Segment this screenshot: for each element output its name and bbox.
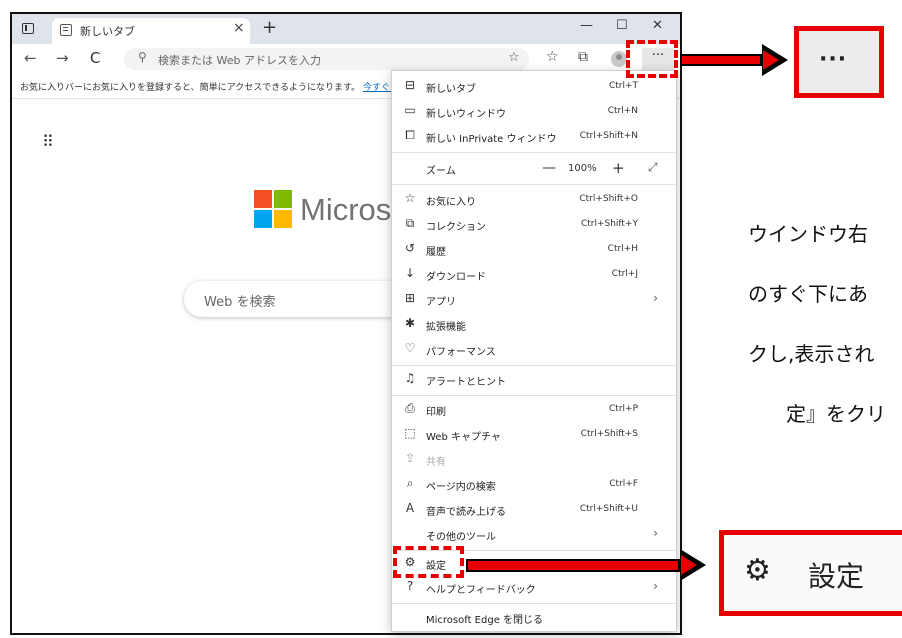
zoom-in-button[interactable]: + — [612, 159, 625, 177]
menu-item-downloads[interactable]: ↓ ダウンロード Ctrl+J — [392, 263, 676, 287]
zoom-settings-label: 設定 — [808, 560, 865, 593]
share-icon: ⇪ — [404, 451, 416, 465]
back-button[interactable]: ← — [24, 49, 37, 67]
menu-item-close-edge[interactable]: Microsoft Edge を閉じる — [392, 606, 676, 630]
refresh-button[interactable]: C — [90, 49, 100, 67]
menu-divider — [392, 184, 676, 185]
menu-item-help[interactable]: ? ヘルプとフィードバック › — [392, 576, 676, 600]
arrow-head-fill — [681, 555, 697, 575]
menu-item-read-aloud[interactable]: A 音声で読み上げる Ctrl+Shift+U — [392, 498, 676, 522]
maximize-button[interactable]: ☐ — [616, 18, 628, 33]
find-in-page-icon: ⌕ — [406, 476, 414, 490]
profile-avatar[interactable] — [611, 51, 627, 67]
forward-button[interactable]: → — [56, 49, 69, 67]
menu-item-new-window[interactable]: ▭ 新しいウィンドウ Ctrl+N — [392, 100, 676, 124]
arrow-head-fill — [763, 50, 779, 70]
menu-item-favorites[interactable]: ☆ お気に入り Ctrl+Shift+O — [392, 188, 676, 212]
menu-item-collections[interactable]: ⧉ コレクション Ctrl+Shift+Y — [392, 213, 676, 237]
extensions-icon: ✱ — [404, 316, 416, 330]
menu-item-share: ⇪ 共有 — [392, 448, 676, 472]
tab-new-tab[interactable]: 新しいタブ × — [52, 18, 250, 44]
menu-item-extensions[interactable]: ✱ 拡張機能 — [392, 313, 676, 337]
help-icon: ? — [406, 579, 414, 593]
arrow-to-more-zoom — [680, 54, 762, 66]
favorites-bar-message: お気に入りバーにお気に入りを登録すると、簡単にアクセスできるようになります。 — [20, 83, 361, 93]
zoom-settings-box: ⚙ 設定 — [719, 530, 902, 616]
minimize-button[interactable]: — — [580, 18, 593, 33]
instruction-line-2: のすぐ下にあ — [748, 282, 868, 306]
chevron-right-icon: › — [653, 291, 658, 305]
menu-item-new-tab[interactable]: ⊟ 新しいタブ Ctrl+T — [392, 75, 676, 99]
gear-icon: ⚙ — [744, 553, 771, 588]
bell-icon: ♫ — [404, 371, 416, 385]
zoom-out-button[interactable]: — — [542, 160, 556, 176]
fullscreen-icon[interactable]: ⤢ — [648, 160, 658, 175]
microsoft-wordmark: Micros — [300, 192, 392, 227]
print-icon: ⎙ — [405, 401, 415, 415]
instruction-line-3: クし,表示され — [748, 342, 875, 366]
new-window-icon: ▭ — [404, 103, 416, 117]
menu-item-new-inprivate[interactable]: ⧠ 新しい InPrivate ウィンドウ Ctrl+Shift+N — [392, 125, 676, 149]
instruction-line-1: ウインドウ右 — [748, 222, 868, 246]
performance-icon: ♡ — [404, 341, 416, 355]
collections-icon[interactable]: ⧉ — [578, 49, 588, 65]
download-icon: ↓ — [404, 266, 416, 280]
new-tab-icon: ⊟ — [404, 78, 416, 92]
logo-yellow-square — [274, 210, 292, 228]
tab-close-icon[interactable]: × — [233, 20, 245, 36]
chevron-right-icon: › — [653, 579, 658, 593]
menu-divider — [392, 365, 676, 366]
arrow-to-settings-zoom — [466, 559, 680, 572]
favorites-icon: ☆ — [404, 191, 416, 205]
menu-item-apps[interactable]: ⊞ アプリ › — [392, 288, 676, 312]
menu-item-find[interactable]: ⌕ ページ内の検索 Ctrl+F — [392, 473, 676, 497]
logo-blue-square — [254, 210, 272, 228]
menu-item-performance[interactable]: ♡ パフォーマンス — [392, 338, 676, 362]
web-search-placeholder: Web を検索 — [204, 295, 276, 310]
menu-item-alerts[interactable]: ♫ アラートとヒント — [392, 368, 676, 392]
highlight-more-button — [626, 40, 678, 78]
history-icon: ↺ — [404, 241, 416, 255]
menu-item-web-capture[interactable]: ⬚ Web キャプチャ Ctrl+Shift+S — [392, 423, 676, 447]
tab-bar: 新しいタブ × + — ☐ ✕ — [12, 14, 680, 44]
search-icon: ⚲ — [138, 50, 147, 64]
add-favorite-icon[interactable]: ☆ — [508, 50, 520, 65]
collections-icon: ⧉ — [405, 216, 415, 230]
menu-item-print[interactable]: ⎙ 印刷 Ctrl+P — [392, 398, 676, 422]
menu-divider — [392, 152, 676, 153]
close-window-button[interactable]: ✕ — [652, 18, 663, 33]
read-aloud-icon: A — [405, 501, 415, 515]
logo-green-square — [274, 190, 292, 208]
zoom-more-dots: ··· — [819, 47, 848, 72]
tab-actions-icon[interactable] — [22, 23, 34, 34]
tab-title: 新しいタブ — [80, 25, 135, 38]
new-tab-favicon-icon — [60, 24, 72, 36]
logo-red-square — [254, 190, 272, 208]
zoom-more-button-box: ··· — [794, 26, 884, 98]
new-tab-button[interactable]: + — [262, 17, 277, 38]
menu-item-more-tools[interactable]: その他のツール › — [392, 523, 676, 547]
menu-item-history[interactable]: ↺ 履歴 Ctrl+H — [392, 238, 676, 262]
favorites-icon[interactable]: ☆ — [546, 49, 559, 65]
menu-divider — [392, 395, 676, 396]
chevron-right-icon: › — [653, 526, 658, 540]
instruction-line-4: 定』をクリ — [786, 402, 886, 426]
apps-icon: ⊞ — [404, 291, 416, 305]
zoom-level: 100% — [568, 163, 597, 174]
menu-divider — [392, 603, 676, 604]
web-capture-icon: ⬚ — [404, 426, 416, 440]
highlight-settings-item — [393, 546, 464, 578]
address-input[interactable]: 検索または Web アドレスを入力 — [158, 52, 321, 68]
app-launcher-icon[interactable]: ⠿ — [42, 132, 54, 151]
microsoft-logo — [254, 190, 292, 228]
address-bar[interactable]: ⚲ 検索または Web アドレスを入力 ☆ — [124, 48, 529, 70]
inprivate-icon: ⧠ — [405, 128, 415, 142]
menu-item-zoom: ズーム — 100% + ⤢ — [426, 159, 658, 177]
